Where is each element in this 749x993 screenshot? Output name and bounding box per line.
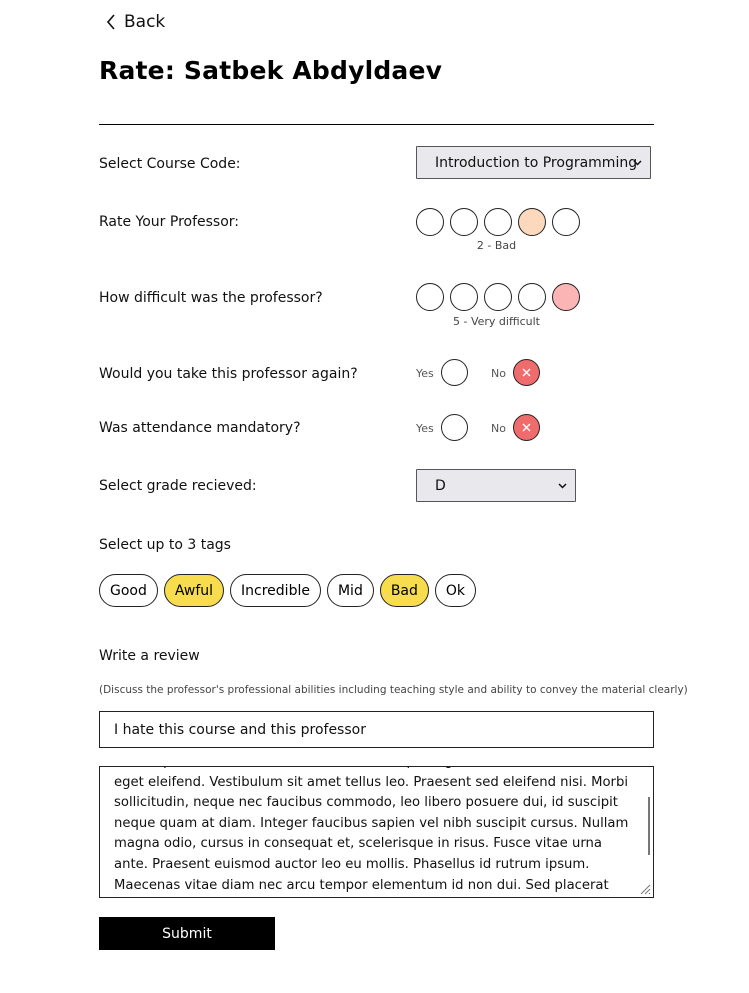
- attendance-yes-label: Yes: [416, 422, 434, 435]
- rating-caption: 2 - Bad: [476, 239, 517, 252]
- tag-awful[interactable]: Awful: [163, 574, 225, 607]
- chevron-down-icon: [558, 482, 567, 489]
- x-icon: [522, 423, 531, 432]
- difficulty-option-5[interactable]: [552, 283, 580, 311]
- take-again-no-label: No: [491, 367, 506, 380]
- rating-scale: [416, 208, 580, 236]
- take-again-no-option[interactable]: [513, 359, 540, 386]
- difficulty-option-4[interactable]: [518, 283, 546, 311]
- tag-ok[interactable]: Ok: [434, 574, 477, 607]
- course-code-value: Introduction to Programming: [435, 154, 638, 171]
- review-hint: (Discuss the professor's professional ab…: [99, 684, 688, 696]
- difficulty-caption: 5 - Very difficult: [453, 315, 540, 328]
- difficulty-label: How difficult was the professor?: [99, 290, 323, 306]
- course-code-label: Select Course Code:: [99, 156, 241, 172]
- tags-label: Select up to 3 tags: [99, 537, 231, 553]
- difficulty-option-1[interactable]: [416, 283, 444, 311]
- divider: [99, 124, 654, 125]
- take-again-label: Would you take this professor again?: [99, 366, 358, 382]
- course-code-select[interactable]: Introduction to Programming: [416, 146, 651, 179]
- rating-option-2[interactable]: [450, 208, 478, 236]
- review-title-input[interactable]: I hate this course and this professor: [99, 711, 654, 748]
- difficulty-option-3[interactable]: [484, 283, 512, 311]
- back-label: Back: [124, 12, 166, 32]
- review-title-value: I hate this course and this professor: [114, 721, 366, 738]
- page-title: Rate: Satbek Abdyldaev: [99, 56, 443, 85]
- take-again-yes-label: Yes: [416, 367, 434, 380]
- textarea-scrollbar[interactable]: [648, 797, 650, 855]
- grade-select[interactable]: D: [416, 469, 576, 502]
- chevron-down-icon: [633, 159, 642, 166]
- tag-good[interactable]: Good: [99, 574, 158, 607]
- attendance-label: Was attendance mandatory?: [99, 420, 301, 436]
- rating-option-5[interactable]: [552, 208, 580, 236]
- take-again-yes-option[interactable]: [441, 359, 468, 386]
- back-button[interactable]: Back: [106, 12, 165, 32]
- review-body-textarea[interactable]: Lorem ipsum dolor sit amet, consectetur …: [99, 766, 654, 898]
- submit-button[interactable]: Submit: [99, 917, 275, 950]
- tag-bad[interactable]: Bad: [379, 574, 429, 607]
- attendance-no-label: No: [491, 422, 506, 435]
- rating-option-1[interactable]: [416, 208, 444, 236]
- tag-mid[interactable]: Mid: [326, 574, 374, 607]
- resize-grip-icon[interactable]: [639, 883, 651, 895]
- tag-incredible[interactable]: Incredible: [230, 574, 321, 607]
- tag-list: Good Awful Incredible Mid Bad Ok: [99, 574, 477, 607]
- review-body-value: Lorem ipsum dolor sit amet, consectetur …: [114, 767, 629, 893]
- rating-label: Rate Your Professor:: [99, 214, 240, 230]
- rating-option-4[interactable]: [518, 208, 546, 236]
- grade-value: D: [435, 477, 446, 494]
- difficulty-option-2[interactable]: [450, 283, 478, 311]
- x-icon: [522, 368, 531, 377]
- chevron-left-icon: [106, 14, 115, 30]
- rating-option-3[interactable]: [484, 208, 512, 236]
- grade-label: Select grade recieved:: [99, 478, 257, 494]
- difficulty-scale: [416, 283, 580, 311]
- attendance-no-option[interactable]: [513, 414, 540, 441]
- attendance-yes-option[interactable]: [441, 414, 468, 441]
- review-label: Write a review: [99, 648, 200, 664]
